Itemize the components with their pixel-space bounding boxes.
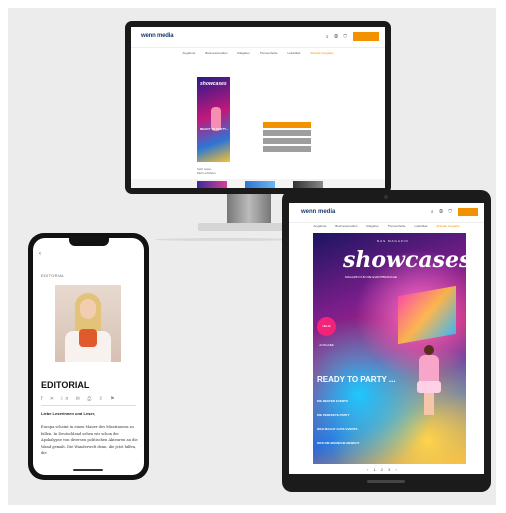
tablet-device: wenn media ⌕ ◍ ⛉ Angebote Businessmedien…: [282, 190, 491, 492]
cover-teaser: WAS DIE BRANCHE BEWEGT: [317, 441, 360, 445]
desktop-caption: Sehr lesen Mehr erfahren: [197, 167, 216, 175]
phone-body-text: Europa scheint in einen Mauer des Misstr…: [41, 425, 138, 455]
desktop-nav-item-active[interactable]: Aktuelle Ausgabe: [310, 51, 333, 59]
desktop-action-buttons: [263, 122, 311, 154]
tablet-screen: wenn media ⌕ ◍ ⛉ Angebote Businessmedien…: [289, 203, 484, 474]
cover-subtitle: MAGAZIN FÜR DIE EVENTBRANCHE: [345, 275, 398, 279]
desktop-monitor: wenn media ⌕ ◍ ⛉ Angebote Businessmedien…: [125, 21, 391, 194]
tablet-nav-item[interactable]: Angebote: [314, 224, 327, 231]
phone-screen: ‹ EDITORIAL EDITORIAL f ✕ in ✉ ⎙ ⇪ ⚑ Lie…: [33, 238, 144, 475]
cover-teaser: DIE BESTEN EVENTS: [317, 399, 348, 403]
desktop-cover-title: showcases: [200, 81, 227, 87]
desktop-header-icons[interactable]: ⌕ ◍ ⛉: [326, 34, 349, 40]
cover-kicker: DAS MAGAZIN: [377, 239, 409, 243]
desktop-nav-item[interactable]: Businessmedien: [205, 51, 227, 59]
tablet-nav-item[interactable]: Leitartikel: [414, 224, 427, 231]
desktop-thumbnail[interactable]: [293, 181, 323, 188]
desktop-nav-item[interactable]: Angebote: [183, 51, 196, 59]
divider: [41, 405, 136, 406]
tablet-header: wenn media ⌕ ◍ ⛉: [289, 203, 484, 223]
desktop-thumbnail[interactable]: [245, 181, 275, 188]
desktop-header: wenn media ⌕ ◍ ⛉: [131, 27, 385, 48]
tablet-nav-item[interactable]: Businessmedien: [335, 224, 357, 231]
cover-teaser: WAS MACHT GUTE EVENTS: [317, 427, 358, 431]
monitor-stand: [227, 194, 271, 224]
desktop-cover-headline: READY TO PARTY...: [200, 127, 229, 131]
phone-heading: EDITORIAL: [41, 380, 90, 390]
tablet-nav: Angebote Businessmedien Ratgeber Themenh…: [289, 224, 484, 231]
desktop-secondary-button[interactable]: [263, 130, 311, 136]
desktop-nav-item[interactable]: Leitartikel: [287, 51, 300, 59]
tablet-nav-item[interactable]: Ratgeber: [366, 224, 378, 231]
phone-home-indicator: [73, 469, 103, 471]
caption-line: Mehr erfahren: [197, 171, 216, 175]
desktop-magazine-cover[interactable]: showcases READY TO PARTY...: [197, 77, 230, 162]
cover-badge: NEUE AUSGABE: [317, 317, 336, 347]
editor-portrait: [55, 285, 121, 362]
desktop-primary-button[interactable]: [263, 122, 311, 128]
desktop-nav-item[interactable]: Ratgeber: [237, 51, 249, 59]
cover-stage-cube: [398, 285, 456, 345]
phone-section-label: EDITORIAL: [41, 273, 65, 278]
share-icons[interactable]: f ✕ in ✉ ⎙ ⇪ ⚑: [41, 396, 118, 402]
back-arrow-icon[interactable]: ‹: [39, 251, 41, 257]
cover-heading: READY TO PARTY ...: [317, 375, 396, 384]
tablet-nav-item[interactable]: Themenhefte: [388, 224, 406, 231]
cover-performer: [417, 345, 441, 415]
tablet-cta-button[interactable]: [458, 208, 478, 216]
phone-device: ‹ EDITORIAL EDITORIAL f ✕ in ✉ ⎙ ⇪ ⚑ Lie…: [28, 233, 149, 480]
desktop-screen: wenn media ⌕ ◍ ⛉ Angebote Businessmedien…: [131, 27, 385, 188]
tablet-magazine-cover[interactable]: DAS MAGAZIN showcases MAGAZIN FÜR DIE EV…: [313, 233, 466, 464]
cover-teaser: DIE PERFEKTE PARTY: [317, 413, 350, 417]
desktop-secondary-button[interactable]: [263, 146, 311, 152]
cover-title: showcases: [343, 247, 466, 273]
desktop-thumbnail[interactable]: [197, 181, 227, 188]
desktop-logo[interactable]: wenn media: [141, 33, 174, 39]
phone-greeting: Liebe Leserinnen und Leser,: [41, 411, 96, 416]
tablet-logo[interactable]: wenn media: [301, 209, 335, 215]
tablet-pager[interactable]: ‹ 1 2 3 ›: [367, 467, 399, 472]
tablet-header-icons[interactable]: ⌕ ◍ ⛉: [431, 209, 454, 215]
tablet-home-indicator: [367, 480, 405, 483]
tablet-camera: [384, 195, 388, 199]
desktop-secondary-button[interactable]: [263, 138, 311, 144]
tablet-nav-item-active[interactable]: Aktuelle Ausgabe: [436, 224, 459, 231]
desktop-nav: Angebote Businessmedien Ratgeber Themenh…: [131, 51, 385, 59]
desktop-cta-button[interactable]: [353, 32, 379, 41]
phone-notch: [69, 238, 109, 246]
desktop-nav-item[interactable]: Themenhefte: [260, 51, 278, 59]
monitor-shadow: [155, 238, 295, 241]
